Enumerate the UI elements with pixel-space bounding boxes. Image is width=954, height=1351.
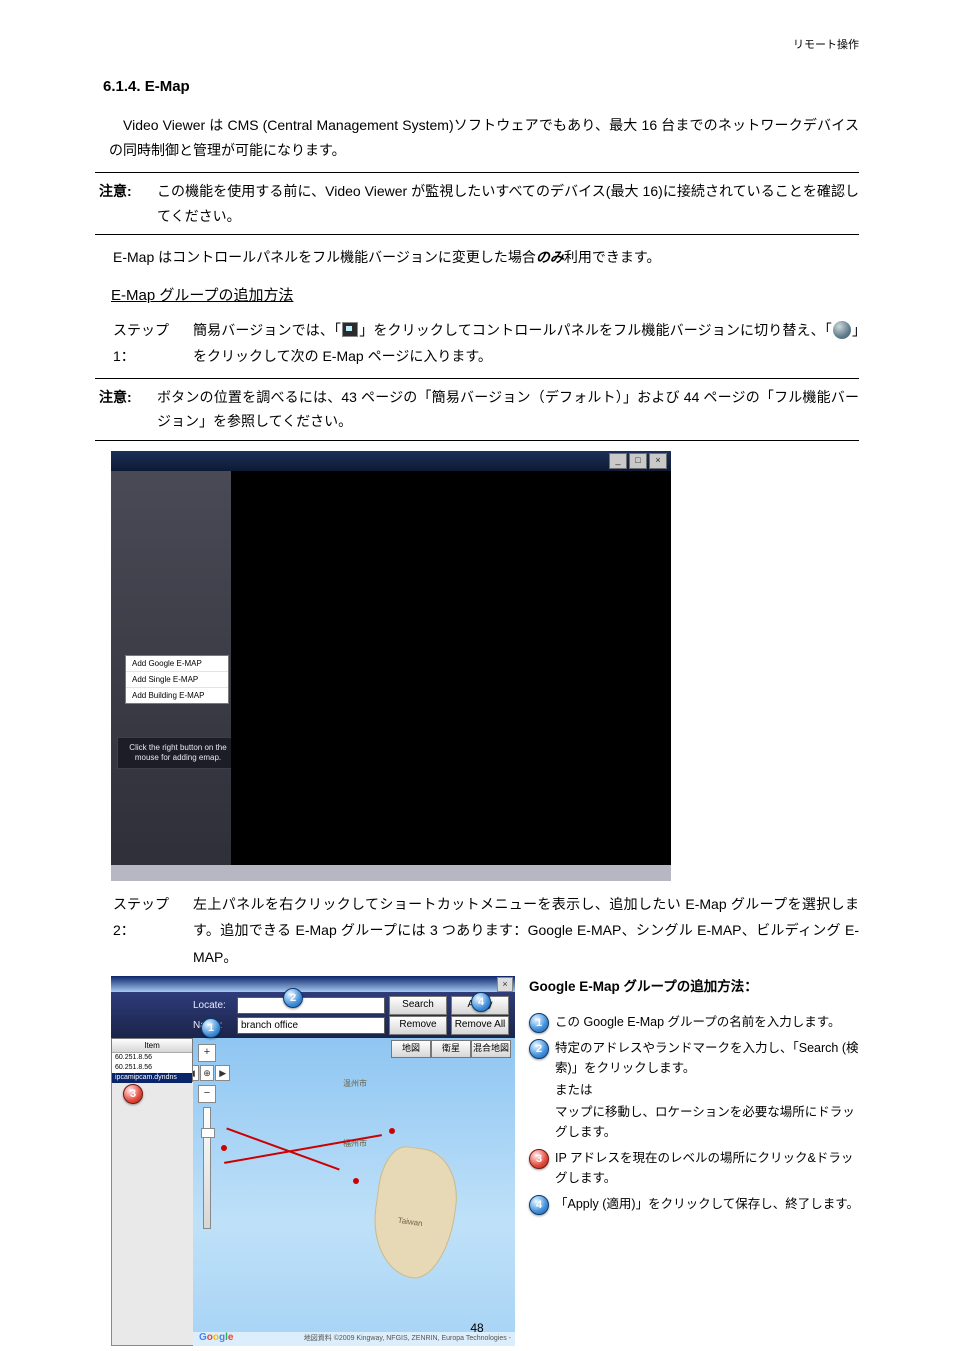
map-marker-icon (353, 1178, 359, 1184)
badge-2-icon: 2 (529, 1039, 549, 1059)
zoom-out-icon[interactable]: − (198, 1085, 216, 1103)
header-right: リモート操作 (793, 36, 859, 52)
emap-main-area (231, 471, 671, 881)
note-1-text: この機能を使用する前に、Video Viewer が監視したいすべてのデバイス(… (157, 179, 859, 228)
callout-2-icon: 2 (283, 988, 303, 1008)
badge-3-icon: 3 (529, 1149, 549, 1169)
locate-label: Locate: (193, 1000, 233, 1011)
map-route-line (224, 1135, 382, 1165)
dialog-toolbar: Locate: Search Apply Name: branch office… (111, 992, 515, 1038)
callout-4-icon: 4 (471, 992, 491, 1012)
locate-input[interactable] (237, 997, 385, 1014)
pan-center-icon[interactable]: ⊕ (200, 1065, 215, 1081)
dialog-close-icon[interactable]: × (497, 977, 513, 992)
window-minimize-icon[interactable]: _ (609, 453, 627, 469)
instructions-column: Google E-Map グループの追加方法： 1 この Google E-Ma… (529, 976, 859, 1220)
instruction-subtext: マップに移動し、ロケーションを必要な場所にドラッグします。 (555, 1102, 859, 1142)
context-menu[interactable]: Add Google E-MAP Add Single E-MAP Add Bu… (125, 655, 229, 704)
zoom-slider-thumb[interactable] (201, 1128, 215, 1138)
note-1: 注意: この機能を使用する前に、Video Viewer が監視したいすべてのデ… (95, 172, 859, 235)
page-number: 48 (0, 1321, 954, 1335)
zoom-slider[interactable] (203, 1107, 211, 1229)
step-2-label: ステップ 2： (113, 891, 193, 971)
device-row[interactable]: 60.251.8.56 (112, 1053, 192, 1063)
zoom-in-icon[interactable]: + (198, 1044, 216, 1062)
step-1-label: ステップ 1： (113, 317, 193, 370)
step-1-text: 簡易バージョンでは、「」をクリックしてコントロールパネルをフル機能バージョンに切… (193, 317, 859, 370)
map-label: Taiwan (397, 1216, 423, 1228)
instruction-text: IP アドレスを現在のレベルの場所にクリック&ドラッグします。 (555, 1148, 859, 1188)
instruction-item: 1 この Google E-Map グループの名前を入力します。 (529, 1012, 859, 1032)
note-2-label: 注意: (95, 385, 157, 434)
screenshot-google-emap-dialog: × Locate: Search Apply Name: branch offi… (111, 976, 515, 1346)
emap-globe-icon (833, 321, 851, 339)
map-tab-map[interactable]: 地図 (391, 1040, 431, 1058)
callout-1-icon: 1 (201, 1018, 221, 1038)
sidebar-hint: Click the right button on the mouse for … (117, 737, 239, 769)
map-area[interactable]: 地図 衛星 混合地図 + ◀ ⊕ ▶ − Taiwan 温州市 福州市 (193, 1038, 515, 1346)
instruction-item: 4 「Apply (適用)」をクリックして保存し、終了します。 (529, 1194, 859, 1214)
pan-left-icon[interactable]: ◀ (193, 1065, 199, 1081)
note-1-label: 注意: (95, 179, 157, 228)
instruction-item: 2 特定のアドレスやランドマークを入力し、「Search (検索)」をクリックし… (529, 1038, 859, 1142)
subheading-add-group: E-Map グループの追加方法 (111, 284, 859, 305)
dialog-titlebar (111, 976, 515, 992)
step-1: ステップ 1： 簡易バージョンでは、「」をクリックしてコントロールパネルをフル機… (95, 317, 859, 370)
note-2: 注意: ボタンの位置を調べるには、43 ページの「簡易バージョン（デフォルト）」… (95, 378, 859, 441)
device-list[interactable]: Item 60.251.8.56 60.251.8.56 ipcamipcam.… (111, 1038, 193, 1082)
context-menu-item[interactable]: Add Single E-MAP (126, 672, 228, 688)
callout-3-icon: 3 (123, 1084, 143, 1104)
instruction-item: 3 IP アドレスを現在のレベルの場所にクリック&ドラッグします。 (529, 1148, 859, 1188)
context-menu-item[interactable]: Add Building E-MAP (126, 688, 228, 703)
badge-1-icon: 1 (529, 1013, 549, 1033)
context-menu-item[interactable]: Add Google E-MAP (126, 656, 228, 672)
map-tab-hybrid[interactable]: 混合地図 (471, 1040, 511, 1058)
window-close-icon[interactable]: × (649, 453, 667, 469)
map-zoom-control: + ◀ ⊕ ▶ − (199, 1044, 215, 1229)
map-landmass: Taiwan (366, 1144, 463, 1284)
map-type-tabs: 地図 衛星 混合地図 (391, 1040, 511, 1056)
name-input[interactable]: branch office (237, 1017, 385, 1034)
section-title: 6.1.4. E-Map (103, 78, 859, 95)
device-row[interactable]: 60.251.8.56 (112, 1063, 192, 1073)
map-route-line (226, 1128, 339, 1171)
remove-all-button[interactable]: Remove All (451, 1016, 509, 1035)
remove-button[interactable]: Remove (389, 1016, 447, 1035)
device-list-header: Item (112, 1039, 192, 1053)
note-2-text: ボタンの位置を調べるには、43 ページの「簡易バージョン（デフォルト）」および … (157, 385, 859, 434)
search-button[interactable]: Search (389, 996, 447, 1015)
step-2: ステップ 2： 左上パネルを右クリックしてショートカットメニューを表示し、追加し… (95, 891, 859, 971)
step-2-text: 左上パネルを右クリックしてショートカットメニューを表示し、追加したい E-Map… (193, 891, 859, 971)
window-titlebar (111, 451, 671, 471)
device-row[interactable]: ipcamipcam.dyndns (112, 1073, 192, 1083)
window-buttons: _ □ × (609, 453, 667, 467)
map-tab-satellite[interactable]: 衛星 (431, 1040, 471, 1058)
instruction-text: 特定のアドレスやランドマークを入力し、「Search (検索)」をクリックします… (555, 1038, 859, 1142)
screenshot-emap-window: _ □ × Add Google E-MAP Add Single E-MAP … (111, 451, 671, 881)
instruction-subtext: または (555, 1080, 859, 1100)
instruction-text: この Google E-Map グループの名前を入力します。 (555, 1012, 859, 1032)
badge-4-icon: 4 (529, 1195, 549, 1215)
window-maximize-icon[interactable]: □ (629, 453, 647, 469)
instruction-text: 「Apply (適用)」をクリックして保存し、終了します。 (555, 1194, 859, 1214)
toggle-panel-icon (342, 322, 358, 337)
intro-paragraph: Video Viewer は CMS (Central Management S… (95, 113, 859, 162)
map-label: 温州市 (343, 1078, 367, 1089)
map-marker-icon (221, 1145, 227, 1151)
window-statusbar (111, 865, 671, 881)
body-after-note1: E-Map はコントロールパネルをフル機能バージョンに変更した場合のみ利用できま… (95, 245, 859, 270)
map-marker-icon (389, 1128, 395, 1134)
pan-right-icon[interactable]: ▶ (215, 1065, 230, 1081)
instructions-title: Google E-Map グループの追加方法： (529, 976, 859, 998)
